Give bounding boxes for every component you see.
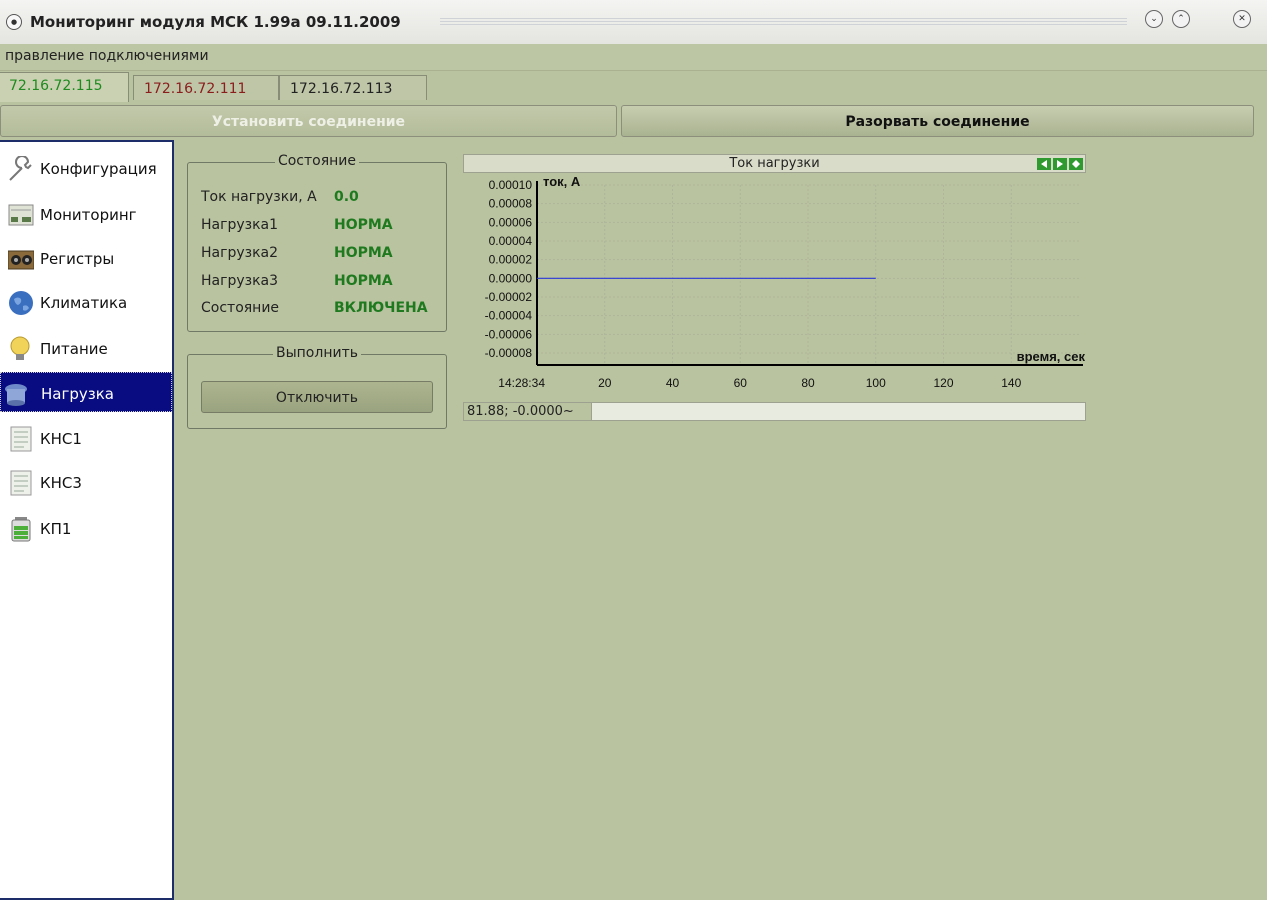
registers-icon xyxy=(8,250,34,270)
state-label-current: Ток нагрузки, А xyxy=(201,189,317,205)
sidebar-item-label: Нагрузка xyxy=(41,385,114,403)
document-icon xyxy=(10,470,32,496)
sidebar-item-configuration[interactable]: Конфигурация xyxy=(0,148,172,188)
state-value-state: ВКЛЮЧЕНА xyxy=(334,300,428,316)
chart-nav xyxy=(1037,158,1083,170)
load-current-chart: 0.00010 0.00008 0.00006 0.00004 0.00002 0.000… xyxy=(485,174,1086,390)
x-tick-label: 120 xyxy=(933,376,953,390)
y-tick-label: 0.00000 xyxy=(489,271,533,285)
close-icon[interactable]: ✕ xyxy=(1233,10,1251,28)
chart-status-bar: 81.88; -0.0000~ xyxy=(463,402,1086,421)
x-axis-label: время, сек xyxy=(1017,349,1086,364)
x-tick-label: 20 xyxy=(598,376,612,390)
y-tick-label: 0.00010 xyxy=(489,178,533,192)
state-value-current: 0.0 xyxy=(334,189,359,205)
state-label-state: Состояние xyxy=(201,300,280,316)
menu-connections[interactable]: правление подключениями xyxy=(5,48,209,64)
window-titlebar: ● Мониторинг модуля МСК 1.99a 09.11.2009… xyxy=(0,0,1267,45)
x-tick-label: 40 xyxy=(666,376,680,390)
tab-host-111[interactable]: 172.16.72.111 xyxy=(133,75,279,100)
sidebar-item-label: Климатика xyxy=(40,294,128,312)
chart-scroll-left-icon[interactable] xyxy=(1037,158,1051,170)
lightbulb-icon xyxy=(10,336,30,360)
y-tick-label: 0.00004 xyxy=(489,234,533,248)
sidebar-item-monitoring[interactable]: Мониторинг xyxy=(0,194,172,234)
sidebar-item-label: КП1 xyxy=(40,520,72,538)
y-axis-label: ток, А xyxy=(543,174,581,189)
connect-button[interactable]: Установить соединение xyxy=(0,105,617,137)
cursor-coordinates: 81.88; -0.0000~ xyxy=(464,403,592,420)
chart-header: Ток нагрузки xyxy=(463,154,1086,173)
x-tick-label: 60 xyxy=(734,376,748,390)
chart-scroll-right-icon[interactable] xyxy=(1053,158,1067,170)
execute-group-title: Выполнить xyxy=(273,345,361,361)
chart-reset-icon[interactable] xyxy=(1069,158,1083,170)
battery-icon xyxy=(11,517,31,542)
sidebar-item-label: Мониторинг xyxy=(40,206,137,224)
state-label-load2: Нагрузка2 xyxy=(201,245,279,261)
state-group-title: Состояние xyxy=(274,153,360,169)
y-tick-label: -0.00002 xyxy=(485,290,533,304)
y-tick-label: 0.00002 xyxy=(489,253,533,267)
state-label-load1: Нагрузка1 xyxy=(201,217,279,233)
window-title: Мониторинг модуля МСК 1.99a 09.11.2009 xyxy=(30,13,401,31)
sidebar-item-label: Регистры xyxy=(40,250,115,268)
sidebar-item-kns1[interactable]: КНС1 xyxy=(0,418,172,458)
tab-host-113[interactable]: 172.16.72.113 xyxy=(279,75,427,100)
disconnect-button[interactable]: Разорвать соединение xyxy=(621,105,1254,137)
sidebar-item-kns3[interactable]: КНС3 xyxy=(0,462,172,502)
load-icon xyxy=(5,384,27,406)
tab-host-115[interactable]: 72.16.72.115 xyxy=(0,72,129,102)
execute-group: Выполнить Отключить xyxy=(187,345,447,429)
titlebar-stripes xyxy=(440,18,1127,27)
menu-bar: правление подключениями xyxy=(0,44,1267,71)
y-tick-label: -0.00006 xyxy=(485,327,533,341)
sidebar: Конфигурация Мониторинг Регистры Климати… xyxy=(0,140,174,900)
sidebar-item-kp1[interactable]: КП1 xyxy=(0,508,172,548)
wrench-icon xyxy=(9,156,32,181)
window-menu-icon[interactable]: ● xyxy=(6,14,22,30)
state-value-load3: НОРМА xyxy=(334,273,393,289)
sidebar-item-label: Питание xyxy=(40,340,108,358)
chart-title: Ток нагрузки xyxy=(729,156,820,171)
sidebar-item-climate[interactable]: Климатика xyxy=(0,282,172,322)
state-value-load1: НОРМА xyxy=(334,217,393,233)
sidebar-item-registers[interactable]: Регистры xyxy=(0,238,172,278)
document-icon xyxy=(10,426,32,452)
sidebar-item-load[interactable]: Нагрузка xyxy=(0,372,172,412)
x-start-time-label: 14:28:34 xyxy=(498,376,545,390)
sidebar-item-label: КНС3 xyxy=(40,474,82,492)
y-tick-label: -0.00004 xyxy=(485,309,533,323)
monitor-panel-icon xyxy=(8,204,34,226)
y-tick-label: -0.00008 xyxy=(485,346,533,360)
sidebar-item-power[interactable]: Питание xyxy=(0,328,172,368)
y-tick-label: 0.00006 xyxy=(489,215,533,229)
x-tick-label: 100 xyxy=(866,376,886,390)
host-tabs: 72.16.72.115 172.16.72.111 172.16.72.113 xyxy=(0,72,1267,102)
y-tick-label: 0.00008 xyxy=(489,197,533,211)
disable-button[interactable]: Отключить xyxy=(201,381,433,413)
state-label-load3: Нагрузка3 xyxy=(201,273,279,289)
sidebar-item-label: Конфигурация xyxy=(40,160,157,178)
globe-icon xyxy=(9,291,33,315)
minimize-icon[interactable]: ⌄ xyxy=(1145,10,1163,28)
x-tick-label: 140 xyxy=(1001,376,1021,390)
state-value-load2: НОРМА xyxy=(334,245,393,261)
maximize-icon[interactable]: ⌃ xyxy=(1172,10,1190,28)
x-tick-label: 80 xyxy=(801,376,815,390)
sidebar-item-label: КНС1 xyxy=(40,430,82,448)
state-group: Состояние Ток нагрузки, А 0.0 Нагрузка1 … xyxy=(187,153,447,332)
